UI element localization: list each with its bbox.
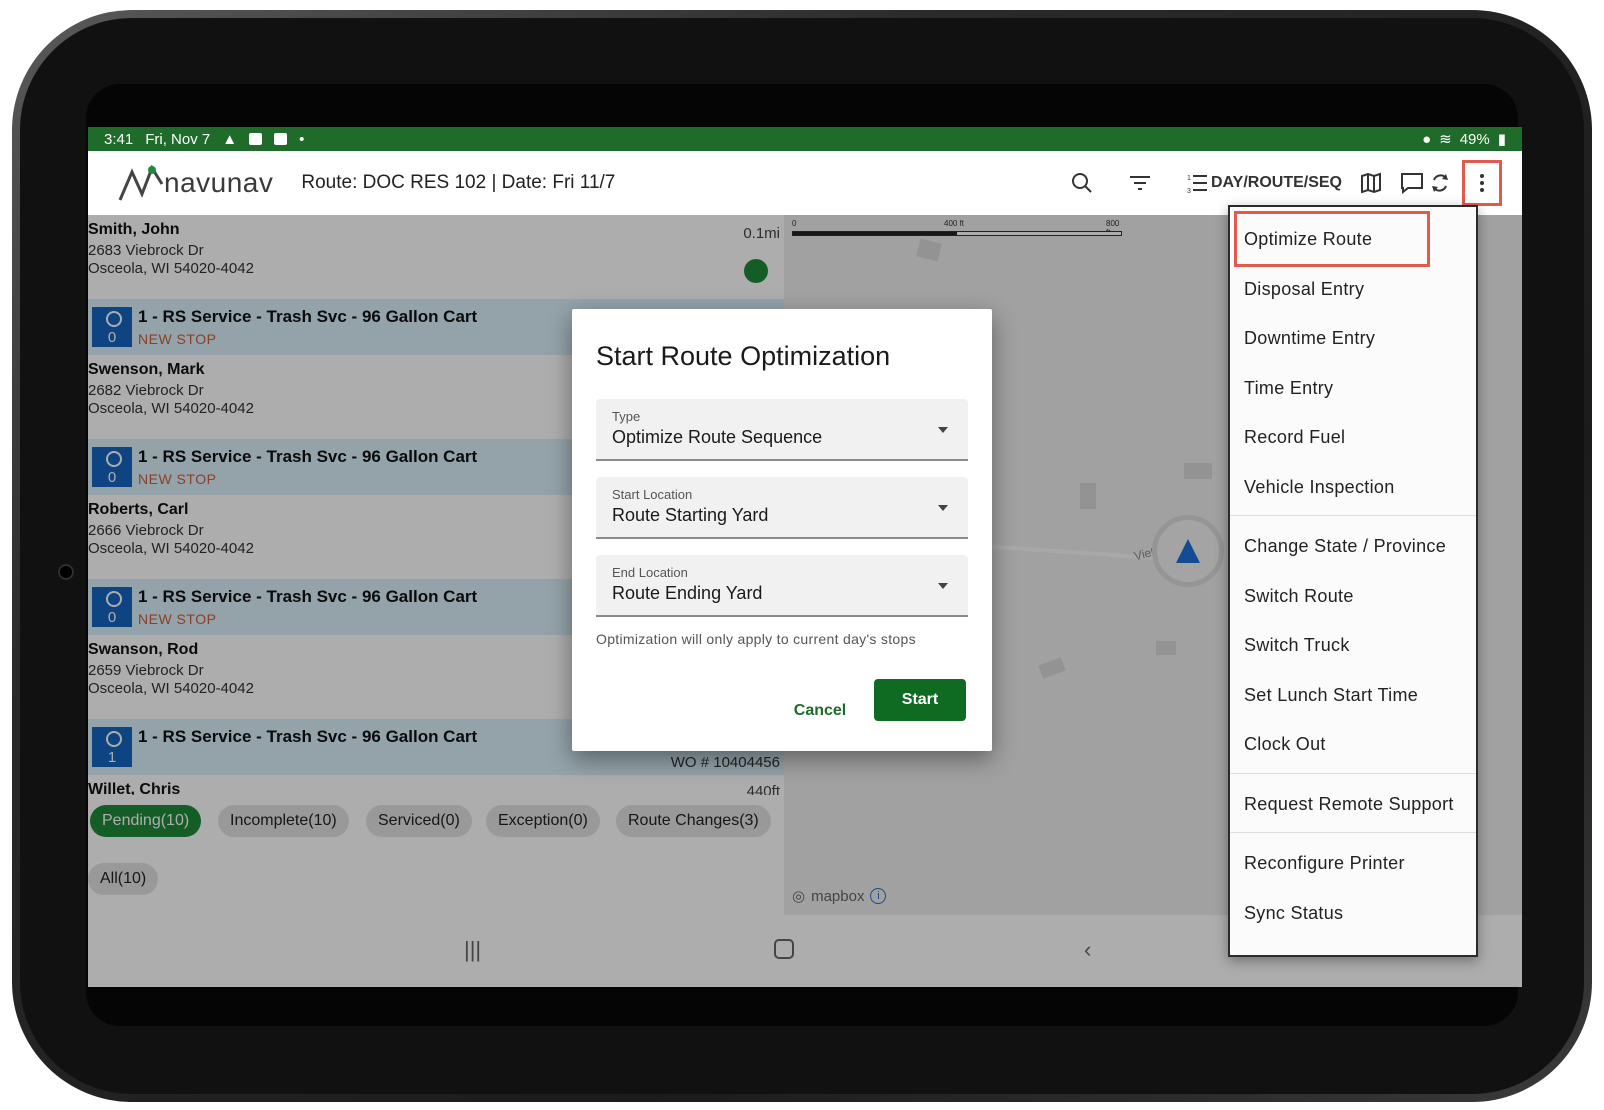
end-location-label: End Location	[612, 565, 688, 580]
menu-divider	[1230, 515, 1476, 516]
message-icon	[1401, 173, 1423, 194]
status-bar: 3:41 Fri, Nov 7 ▲ • ● ≋ 49% ▮	[88, 127, 1522, 151]
type-value: Optimize Route Sequence	[612, 427, 823, 447]
device-screen: 3:41 Fri, Nov 7 ▲ • ● ≋ 49% ▮ navunav Ro…	[88, 127, 1522, 987]
route-optimization-dialog: Start Route Optimization Type Optimize R…	[572, 309, 992, 751]
status-date: Fri, Nov 7	[145, 130, 211, 148]
menu-item-reconfigure-printer[interactable]: Reconfigure Printer	[1244, 853, 1405, 874]
more-vert-icon	[1480, 174, 1484, 178]
menu-item-vehicle-inspection[interactable]: Vehicle Inspection	[1244, 477, 1395, 498]
optimization-note: Optimization will only apply to current …	[596, 631, 916, 647]
camera-lens	[58, 564, 74, 580]
list-order-icon: 13	[1187, 175, 1207, 194]
menu-item-time-entry[interactable]: Time Entry	[1244, 378, 1333, 399]
sync-button[interactable]	[1430, 172, 1450, 194]
battery-icon: ▮	[1497, 131, 1506, 148]
dropdown-arrow-icon	[938, 427, 948, 433]
logo-text: navunav	[164, 167, 274, 198]
sort-label: DAY/ROUTE/SEQ	[1211, 174, 1342, 191]
menu-item-disposal-entry[interactable]: Disposal Entry	[1244, 279, 1364, 300]
logo-mark-icon	[118, 164, 164, 201]
location-icon: ●	[1422, 130, 1432, 148]
navigation-icon: ▲	[222, 130, 238, 148]
gallery-icon	[249, 133, 263, 145]
menu-item-optimize-route[interactable]: Optimize Route	[1244, 229, 1372, 250]
end-location-select[interactable]: End Location Route Ending Yard	[596, 555, 968, 617]
filter-icon	[1130, 176, 1150, 190]
menu-item-switch-truck[interactable]: Switch Truck	[1244, 635, 1350, 656]
more-notifications-icon: •	[299, 130, 305, 148]
search-icon	[1072, 173, 1092, 193]
wifi-icon: ≋	[1439, 131, 1452, 148]
type-label: Type	[612, 409, 641, 424]
filter-button[interactable]	[1129, 174, 1151, 192]
menu-item-record-fuel[interactable]: Record Fuel	[1244, 427, 1345, 448]
youtube-icon	[274, 133, 288, 145]
menu-item-sync-status[interactable]: Sync Status	[1244, 903, 1343, 924]
menu-item-downtime-entry[interactable]: Downtime Entry	[1244, 328, 1375, 349]
menu-item-clock-out[interactable]: Clock Out	[1244, 734, 1326, 755]
cancel-button[interactable]: Cancel	[784, 691, 856, 731]
start-location-label: Start Location	[612, 487, 693, 502]
map-icon	[1361, 172, 1381, 194]
menu-item-change-state[interactable]: Change State / Province	[1244, 536, 1446, 557]
overflow-menu: Optimize Route Disposal Entry Downtime E…	[1228, 205, 1478, 957]
sort-button[interactable]: 13 DAY/ROUTE/SEQ	[1187, 172, 1342, 194]
menu-item-set-lunch-start[interactable]: Set Lunch Start Time	[1244, 685, 1418, 706]
end-location-value: Route Ending Yard	[612, 583, 763, 603]
menu-divider	[1230, 773, 1476, 774]
messages-button[interactable]	[1400, 172, 1424, 194]
start-location-select[interactable]: Start Location Route Starting Yard	[596, 477, 968, 539]
status-time: 3:41	[104, 130, 134, 148]
sync-icon	[1432, 174, 1448, 192]
battery-level: 49%	[1459, 130, 1490, 148]
type-select[interactable]: Type Optimize Route Sequence	[596, 399, 968, 461]
svg-text:3: 3	[1187, 188, 1191, 194]
dropdown-arrow-icon	[938, 505, 948, 511]
menu-item-remote-support[interactable]: Request Remote Support	[1244, 794, 1454, 815]
map-button[interactable]	[1360, 172, 1382, 194]
more-options-button[interactable]	[1462, 160, 1502, 206]
start-location-value: Route Starting Yard	[612, 505, 769, 525]
dialog-title: Start Route Optimization	[596, 341, 891, 371]
svg-text:1: 1	[1187, 175, 1191, 182]
navunav-logo: navunav	[118, 164, 273, 202]
menu-divider	[1230, 832, 1476, 833]
menu-item-switch-route[interactable]: Switch Route	[1244, 586, 1354, 607]
route-title: Route: DOC RES 102 | Date: Fri 11/7	[301, 172, 616, 193]
dropdown-arrow-icon	[938, 583, 948, 589]
search-button[interactable]	[1071, 172, 1093, 194]
start-button[interactable]: Start	[874, 679, 966, 721]
